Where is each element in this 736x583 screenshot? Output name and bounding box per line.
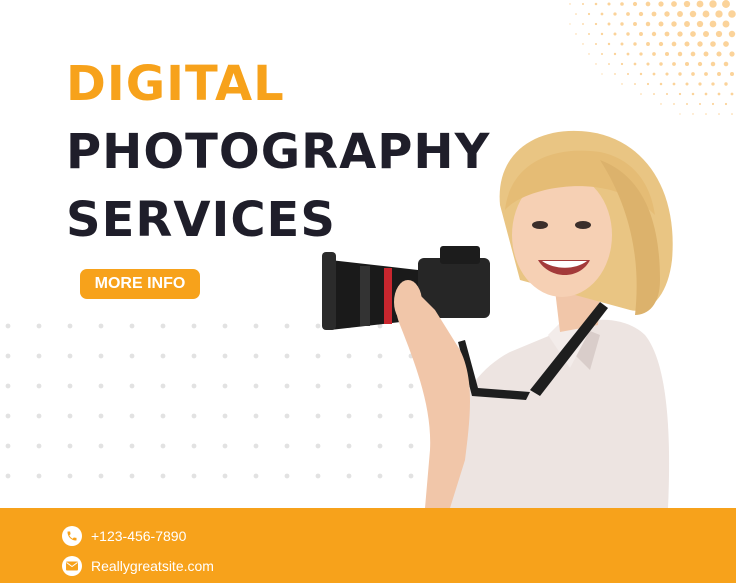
grid-dot — [284, 383, 290, 389]
website-link[interactable]: Reallygreatsite.com — [91, 558, 214, 574]
grid-dot — [160, 443, 166, 449]
grid-dot — [253, 413, 259, 419]
grid-dot — [222, 443, 228, 449]
grid-dot — [36, 383, 42, 389]
grid-dot — [67, 473, 73, 479]
grid-dot — [5, 443, 11, 449]
grid-dot — [160, 353, 166, 359]
grid-dot — [129, 383, 135, 389]
grid-dot — [5, 413, 11, 419]
grid-dot — [191, 323, 197, 329]
grid-dot — [98, 353, 104, 359]
title-services: SERVICES — [66, 192, 336, 248]
grid-dot — [191, 443, 197, 449]
grid-dot — [67, 353, 73, 359]
grid-dot — [284, 323, 290, 329]
phone-row[interactable]: +123-456-7890 — [62, 525, 186, 547]
grid-dot — [67, 413, 73, 419]
poster: DIGITAL PHOTOGRAPHY SERVICES MORE INFO +… — [0, 0, 736, 583]
grid-dot — [160, 473, 166, 479]
grid-dot — [222, 353, 228, 359]
website-row[interactable]: Reallygreatsite.com — [62, 555, 214, 577]
grid-dot — [160, 323, 166, 329]
phone-number: +123-456-7890 — [91, 528, 187, 544]
grid-dot — [284, 413, 290, 419]
grid-dot — [253, 323, 259, 329]
grid-dot — [129, 353, 135, 359]
grid-dot — [253, 353, 259, 359]
grid-dot — [253, 473, 259, 479]
grid-dot — [36, 323, 42, 329]
grid-dot — [36, 443, 42, 449]
grid-dot — [98, 443, 104, 449]
grid-dot — [5, 353, 11, 359]
more-info-button[interactable]: MORE INFO — [80, 269, 200, 299]
grid-dot — [36, 473, 42, 479]
grid-dot — [191, 383, 197, 389]
grid-dot — [67, 383, 73, 389]
grid-dot — [253, 383, 259, 389]
grid-dot — [5, 473, 11, 479]
grid-dot — [191, 413, 197, 419]
grid-dot — [67, 323, 73, 329]
grid-dot — [129, 413, 135, 419]
grid-dot — [284, 473, 290, 479]
grid-dot — [129, 473, 135, 479]
grid-dot — [5, 383, 11, 389]
grid-dot — [160, 413, 166, 419]
grid-dot — [160, 383, 166, 389]
phone-icon — [62, 526, 82, 546]
grid-dot — [98, 323, 104, 329]
grid-dot — [5, 323, 11, 329]
grid-dot — [191, 473, 197, 479]
grid-dot — [222, 323, 228, 329]
grid-dot — [253, 443, 259, 449]
grid-dot — [98, 383, 104, 389]
photographer-image — [322, 130, 673, 508]
grid-dot — [129, 323, 135, 329]
grid-dot — [129, 443, 135, 449]
title-digital: DIGITAL — [66, 56, 285, 112]
grid-dot — [284, 353, 290, 359]
grid-dot — [191, 353, 197, 359]
grid-dot — [36, 413, 42, 419]
grid-dot — [98, 473, 104, 479]
grid-dot — [284, 443, 290, 449]
envelope-icon — [62, 556, 82, 576]
grid-dot — [222, 473, 228, 479]
grid-dot — [98, 413, 104, 419]
grid-dot — [36, 353, 42, 359]
contact-footer: +123-456-7890 Reallygreatsite.com — [0, 508, 736, 583]
grid-dot — [222, 383, 228, 389]
grid-dot — [67, 443, 73, 449]
grid-dot — [222, 413, 228, 419]
